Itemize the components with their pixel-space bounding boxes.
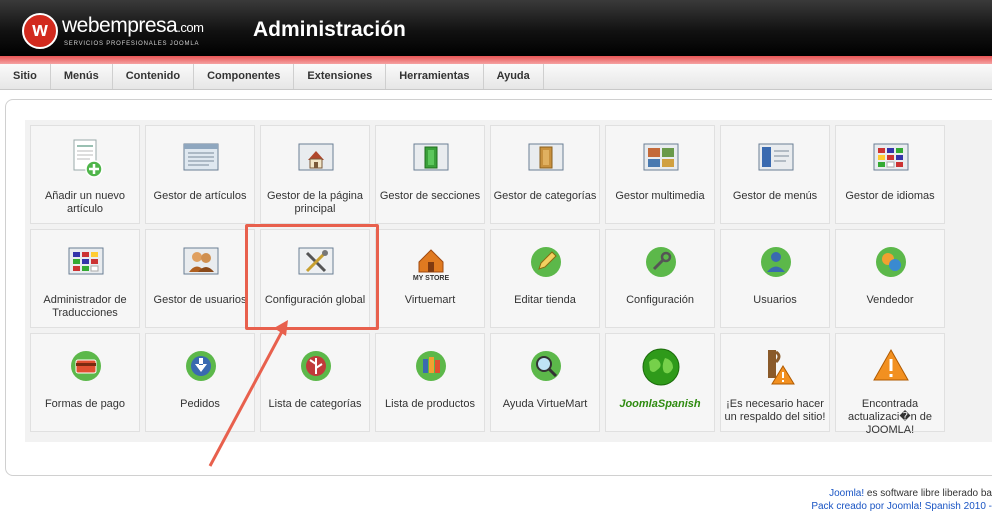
category-tree-icon <box>301 351 331 381</box>
footer-pack-link[interactable]: Pack creado por Joomla! Spanish 2010 - <box>811 500 992 513</box>
tile-joomla-update[interactable]: Encontrada actualizaci�n de JOOMLA! <box>835 333 945 436</box>
menu-componentes[interactable]: Componentes <box>194 64 295 89</box>
menu-extensiones[interactable]: Extensiones <box>294 64 387 89</box>
tile-label: ¡Es necesario hacer un respaldo del siti… <box>724 398 826 423</box>
tile-language-manager[interactable]: Gestor de idiomas <box>835 125 945 224</box>
tile-site-backup[interactable]: ¡Es necesario hacer un respaldo del siti… <box>720 333 830 432</box>
tile-users[interactable]: Usuarios <box>720 229 830 328</box>
tile-label: Editar tienda <box>514 294 576 306</box>
tile-article-manager[interactable]: Gestor de artículos <box>145 125 255 224</box>
users-icon <box>183 247 219 275</box>
tile-label: Gestor de artículos <box>153 190 247 202</box>
payment-icon <box>71 351 101 381</box>
highlight-box <box>245 224 379 330</box>
tile-user-manager[interactable]: Gestor de usuarios <box>145 229 255 328</box>
categories-icon <box>528 143 564 171</box>
tile-media-manager[interactable]: Gestor multimedia <box>605 125 715 224</box>
user-icon <box>761 247 791 277</box>
vendor-icon <box>876 247 906 277</box>
tile-label: Lista de productos <box>385 398 475 410</box>
page-title: Administración <box>253 18 406 41</box>
tile-label: Gestor multimedia <box>615 190 705 202</box>
tile-label: Vendedor <box>866 294 914 306</box>
warning-icon <box>873 348 909 381</box>
globe-icon <box>642 348 680 386</box>
tile-label: Gestor de categorías <box>493 190 597 202</box>
footer-line-1: Joomla! es software libre liberado ba <box>829 488 992 499</box>
menu-contenido[interactable]: Contenido <box>113 64 195 89</box>
tile-configuration[interactable]: Configuración <box>605 229 715 328</box>
tile-label: Gestor de usuarios <box>153 294 247 306</box>
wrench-icon <box>646 247 676 277</box>
svg-text:MY STORE: MY STORE <box>413 275 450 282</box>
logo-name: webempresa.com <box>62 14 204 37</box>
tile-add-article[interactable]: Añadir un nuevo artículo <box>30 125 140 224</box>
tile-label: Gestor de idiomas <box>845 190 935 202</box>
tile-label: Usuarios <box>753 294 797 306</box>
tile-section-manager[interactable]: Gestor de secciones <box>375 125 485 224</box>
tile-joomlaspanish[interactable]: JoomlaSpanish <box>605 333 715 432</box>
translations-icon <box>68 247 104 275</box>
product-list-icon <box>416 351 446 381</box>
tile-vendor[interactable]: Vendedor <box>835 229 945 328</box>
header-bar: w webempresa.com SERVICIOS PROFESIONALES… <box>0 0 992 56</box>
joomla-link[interactable]: Joomla! <box>829 488 864 499</box>
media-icon <box>643 143 679 171</box>
sections-icon <box>413 143 449 171</box>
help-magnifier-icon <box>531 351 561 381</box>
tile-label: Configuración <box>626 294 694 306</box>
tile-label: Administrador de Traducciones <box>43 294 127 319</box>
webempresa-logo-icon: w <box>22 13 58 49</box>
tile-label: Gestor de la página principal <box>266 190 363 215</box>
tile-translations-admin[interactable]: Administrador de Traducciones <box>30 229 140 328</box>
tile-virtuemart[interactable]: MY STORE Virtuemart <box>375 229 485 328</box>
menu-manager-icon <box>758 143 794 171</box>
tile-label: Virtuemart <box>404 294 456 306</box>
tile-label: Gestor de secciones <box>379 190 481 202</box>
tile-label: Añadir un nuevo artículo <box>44 190 126 215</box>
logo-tagline: SERVICIOS PROFESIONALES JOOMLA <box>64 41 200 47</box>
backup-warning-icon <box>768 350 795 385</box>
tile-label: Ayuda VirtueMart <box>502 398 588 410</box>
tile-label: Formas de pago <box>44 398 126 410</box>
main-menu-bar: Sitio Menús Contenido Componentes Extens… <box>0 64 992 90</box>
tile-virtuemart-help[interactable]: Ayuda VirtueMart <box>490 333 600 432</box>
tile-label: Gestor de menús <box>732 190 818 202</box>
add-article-icon <box>73 139 103 178</box>
article-manager-icon <box>183 143 219 171</box>
languages-icon <box>873 143 909 171</box>
home-icon <box>298 143 334 171</box>
header-accent-stripe <box>0 56 992 64</box>
footer: Joomla! es software libre liberado ba Pa… <box>811 487 992 513</box>
tile-label: JoomlaSpanish <box>619 398 701 410</box>
tile-menu-manager[interactable]: Gestor de menús <box>720 125 830 224</box>
menu-menus[interactable]: Menús <box>51 64 113 89</box>
mystore-icon: MY STORE <box>413 249 450 282</box>
tile-product-list[interactable]: Lista de productos <box>375 333 485 432</box>
menu-sitio[interactable]: Sitio <box>0 64 51 89</box>
edit-pencil-icon <box>531 247 561 277</box>
menu-ayuda[interactable]: Ayuda <box>484 64 544 89</box>
tile-label: Encontrada actualizaci�n de JOOMLA! <box>847 398 933 436</box>
pointer-arrow <box>208 320 288 467</box>
tile-payment-methods[interactable]: Formas de pago <box>30 333 140 432</box>
tile-category-manager[interactable]: Gestor de categorías <box>490 125 600 224</box>
menu-herramientas[interactable]: Herramientas <box>386 64 484 89</box>
tile-edit-store[interactable]: Editar tienda <box>490 229 600 328</box>
tile-frontpage-manager[interactable]: Gestor de la página principal <box>260 125 370 224</box>
